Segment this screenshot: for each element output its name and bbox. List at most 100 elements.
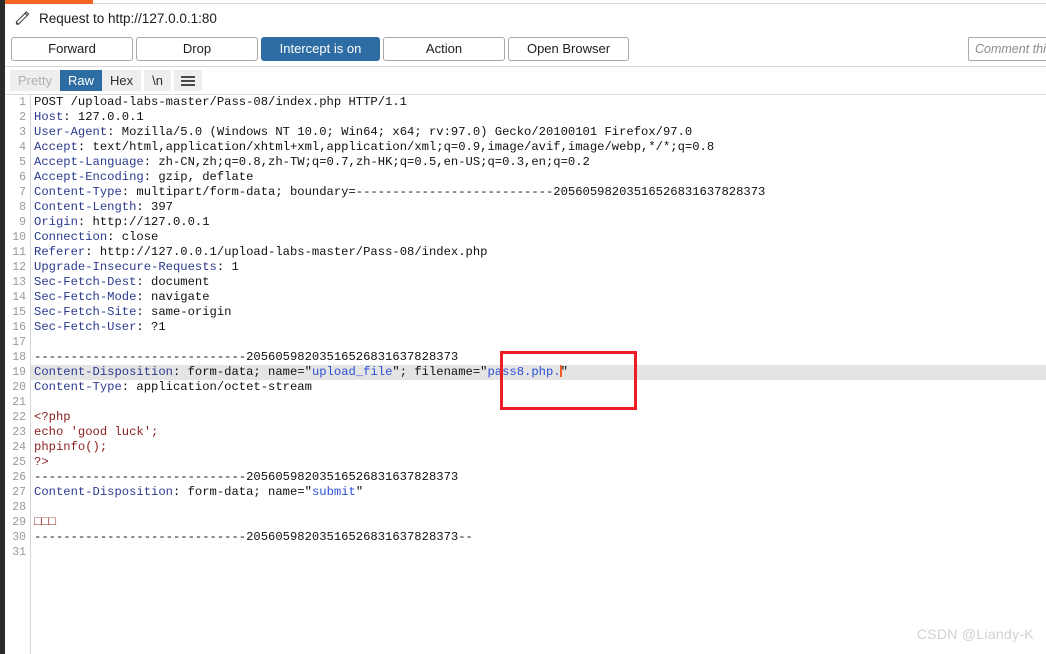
code-line[interactable]: Accept-Encoding: gzip, deflate xyxy=(31,170,1046,185)
code-span: : navigate xyxy=(136,290,210,304)
line-number: 10 xyxy=(12,231,26,244)
code-span: Sec-Fetch-Dest xyxy=(34,275,137,289)
tab-hex[interactable]: Hex xyxy=(101,70,142,91)
code-line[interactable]: Connection: close xyxy=(31,230,1046,245)
code-span: submit xyxy=(311,485,356,499)
code-line[interactable]: ?> xyxy=(31,455,1046,470)
code-span: : form-data; name=" xyxy=(172,485,312,499)
code-line[interactable]: Accept-Language: zh-CN,zh;q=0.8,zh-TW;q=… xyxy=(31,155,1046,170)
code-line[interactable]: Content-Disposition: form-data; name="up… xyxy=(31,365,1046,380)
drop-button[interactable]: Drop xyxy=(136,37,258,61)
code-line[interactable]: <?php xyxy=(31,410,1046,425)
watermark-text: CSDN @Liandy-K xyxy=(916,626,1034,642)
code-line[interactable] xyxy=(31,335,1046,350)
code-span: : ?1 xyxy=(136,320,166,334)
code-span: -----------------------------20560598203… xyxy=(34,470,459,484)
code-span: Content-Type xyxy=(34,185,122,199)
code-span: Content-Disposition xyxy=(34,485,173,499)
code-span: Accept-Language xyxy=(34,155,144,169)
code-span: " xyxy=(355,485,364,499)
code-span: "; filename=" xyxy=(392,365,488,379)
hamburger-menu-icon[interactable] xyxy=(173,70,202,91)
line-number: 25 xyxy=(12,456,26,469)
code-line[interactable]: -----------------------------20560598203… xyxy=(31,350,1046,365)
code-span: -----------------------------20560598203… xyxy=(34,350,459,364)
tab-raw[interactable]: Raw xyxy=(59,70,102,91)
line-number: 13 xyxy=(12,276,26,289)
code-line[interactable]: Accept: text/html,application/xhtml+xml,… xyxy=(31,140,1046,155)
code-line[interactable]: Origin: http://127.0.0.1 xyxy=(31,215,1046,230)
line-number: 28 xyxy=(12,501,26,514)
code-span: Connection xyxy=(34,230,108,244)
line-number: 16 xyxy=(12,321,26,334)
code-span: : close xyxy=(107,230,159,244)
code-line[interactable]: -----------------------------20560598203… xyxy=(31,530,1046,545)
code-line[interactable]: -----------------------------20560598203… xyxy=(31,470,1046,485)
code-span: : http://127.0.0.1/upload-labs-master/Pa… xyxy=(85,245,488,259)
code-line[interactable]: User-Agent: Mozilla/5.0 (Windows NT 10.0… xyxy=(31,125,1046,140)
code-line[interactable]: Host: 127.0.0.1 xyxy=(31,110,1046,125)
line-number: 7 xyxy=(19,186,26,199)
comment-input[interactable] xyxy=(968,37,1046,61)
code-span: phpinfo(); xyxy=(34,440,108,454)
line-number: 8 xyxy=(19,201,26,214)
code-line[interactable]: Sec-Fetch-User: ?1 xyxy=(31,320,1046,335)
code-line[interactable]: Referer: http://127.0.0.1/upload-labs-ma… xyxy=(31,245,1046,260)
line-number: 23 xyxy=(12,426,26,439)
request-title-bar: Request to http://127.0.0.1:80 xyxy=(5,4,1046,32)
code-line[interactable]: Content-Length: 397 xyxy=(31,200,1046,215)
line-number: 20 xyxy=(12,381,26,394)
action-button[interactable]: Action xyxy=(383,37,505,61)
request-editor[interactable]: 1 2 3 4 5 6 7 8 9 10 11 12 13 14 15 16 17 18 19 20 21 22 23 24 2… xyxy=(5,95,1046,654)
line-number: 21 xyxy=(12,396,26,409)
code-line[interactable]: □□□ xyxy=(31,515,1046,530)
code-span: Host xyxy=(34,110,64,124)
intercept-toggle-button[interactable]: Intercept is on xyxy=(261,37,380,61)
code-span: : text/html,application/xhtml+xml,applic… xyxy=(77,140,715,154)
code-span: ?> xyxy=(34,455,49,469)
line-number: 9 xyxy=(19,216,26,229)
code-span: : zh-CN,zh;q=0.8,zh-TW;q=0.7,zh-HK;q=0.5… xyxy=(143,155,590,169)
code-line[interactable]: Content-Disposition: form-data; name="su… xyxy=(31,485,1046,500)
code-span: : 1 xyxy=(216,260,239,274)
line-number: 29 xyxy=(12,516,26,529)
code-span: : http://127.0.0.1 xyxy=(77,215,210,229)
line-number: 27 xyxy=(12,486,26,499)
line-number: 24 xyxy=(12,441,26,454)
code-span: : application/octet-stream xyxy=(121,380,312,394)
tab-pretty[interactable]: Pretty xyxy=(10,70,60,91)
line-number: 3 xyxy=(19,126,26,139)
code-span: POST /upload-labs-master/Pass-08/index.p… xyxy=(34,95,407,109)
pencil-icon xyxy=(15,10,30,25)
open-browser-button[interactable]: Open Browser xyxy=(508,37,629,61)
request-raw-text[interactable]: POST /upload-labs-master/Pass-08/index.p… xyxy=(31,95,1046,654)
code-span: : 397 xyxy=(136,200,173,214)
intercept-toolbar: Forward Drop Intercept is on Action Open… xyxy=(5,33,1046,66)
code-line[interactable]: phpinfo(); xyxy=(31,440,1046,455)
code-span: upload_file xyxy=(311,365,393,379)
code-line[interactable] xyxy=(31,395,1046,410)
code-span: Content-Length xyxy=(34,200,137,214)
code-span: : Mozilla/5.0 (Windows NT 10.0; Win64; x… xyxy=(107,125,693,139)
tab-newline-toggle[interactable]: \n xyxy=(144,70,171,91)
code-line[interactable]: Content-Type: application/octet-stream xyxy=(31,380,1046,395)
code-line[interactable]: Sec-Fetch-Site: same-origin xyxy=(31,305,1046,320)
code-span: : document xyxy=(136,275,210,289)
code-span: Upgrade-Insecure-Requests xyxy=(34,260,217,274)
code-span: Content-Type xyxy=(34,380,122,394)
line-number: 12 xyxy=(12,261,26,274)
code-span: <?php xyxy=(34,410,71,424)
code-line[interactable]: Sec-Fetch-Mode: navigate xyxy=(31,290,1046,305)
code-line[interactable]: echo 'good luck'; xyxy=(31,425,1046,440)
code-line[interactable] xyxy=(31,545,1046,560)
code-line[interactable]: Sec-Fetch-Dest: document xyxy=(31,275,1046,290)
forward-button[interactable]: Forward xyxy=(11,37,133,61)
code-span: " xyxy=(560,365,568,379)
line-number: 22 xyxy=(12,411,26,424)
code-line[interactable]: Upgrade-Insecure-Requests: 1 xyxy=(31,260,1046,275)
code-span: Sec-Fetch-Mode xyxy=(34,290,137,304)
code-line[interactable]: Content-Type: multipart/form-data; bound… xyxy=(31,185,1046,200)
code-line[interactable] xyxy=(31,500,1046,515)
code-span: Referer xyxy=(34,245,86,259)
code-line[interactable]: POST /upload-labs-master/Pass-08/index.p… xyxy=(31,95,1046,110)
